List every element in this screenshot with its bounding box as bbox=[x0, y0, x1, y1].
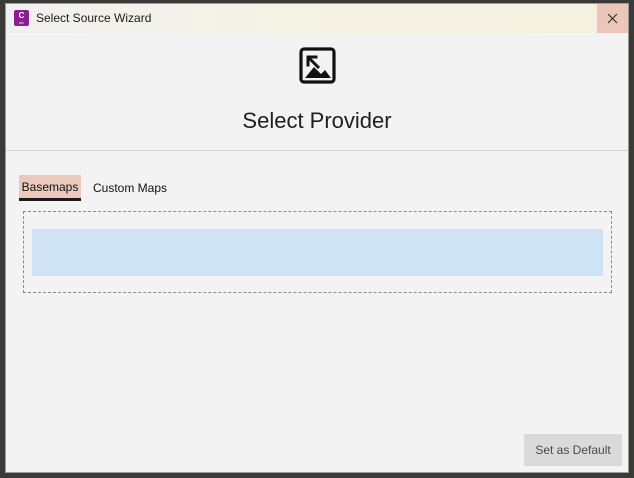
set-as-default-button[interactable]: Set as Default bbox=[524, 434, 622, 466]
header-divider bbox=[6, 150, 628, 151]
close-icon bbox=[607, 13, 618, 24]
tab-basemaps[interactable]: Basemaps bbox=[19, 175, 81, 201]
wizard-window: C civ Select Source Wizard Select Provid… bbox=[5, 3, 629, 473]
tab-custom-maps[interactable]: Custom Maps bbox=[88, 175, 172, 201]
page-title: Select Provider bbox=[242, 108, 392, 133]
tab-basemaps-label: Basemaps bbox=[21, 180, 79, 194]
selected-provider-item[interactable] bbox=[32, 229, 603, 276]
close-button[interactable] bbox=[597, 4, 628, 33]
image-icon bbox=[299, 47, 336, 84]
app-icon: C civ bbox=[14, 10, 29, 26]
provider-list[interactable] bbox=[23, 211, 612, 293]
app-icon-letter: C bbox=[18, 11, 25, 20]
window-title: Select Source Wizard bbox=[36, 11, 152, 25]
tab-custom-maps-label: Custom Maps bbox=[93, 181, 168, 195]
app-icon-sub: civ bbox=[19, 20, 24, 25]
title-bar[interactable]: C civ Select Source Wizard bbox=[6, 4, 628, 33]
